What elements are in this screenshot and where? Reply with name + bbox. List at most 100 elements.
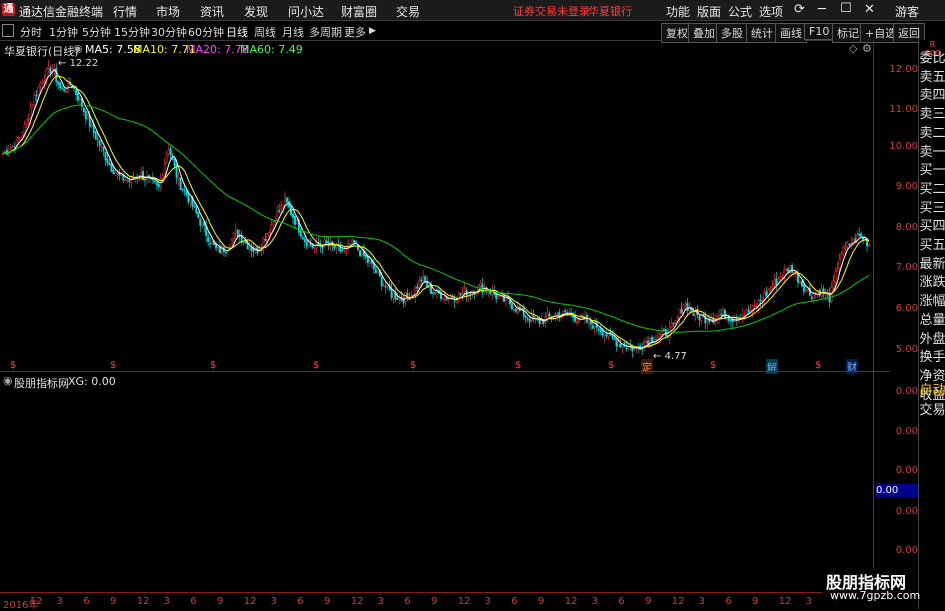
side-item[interactable]: 卖一 bbox=[919, 144, 945, 161]
period-15min[interactable]: 15分钟 bbox=[114, 24, 150, 40]
dividend-marker[interactable]: $ bbox=[815, 360, 821, 371]
candle-body bbox=[278, 210, 281, 212]
close-icon[interactable]: ✕ bbox=[864, 2, 875, 17]
candle-body bbox=[155, 182, 158, 186]
x-tick: 6 bbox=[618, 596, 625, 607]
current-value-badge: 0.00 bbox=[876, 484, 918, 497]
price-chart[interactable] bbox=[0, 40, 872, 371]
indicator-pane[interactable] bbox=[0, 372, 872, 592]
period-daily[interactable]: 日线 bbox=[226, 24, 248, 40]
period-60min[interactable]: 60分钟 bbox=[188, 24, 224, 40]
more-dropdown-icon[interactable]: ▶ bbox=[369, 26, 376, 36]
side-item[interactable]: 买五 bbox=[919, 237, 945, 254]
side-item[interactable]: 委比 bbox=[919, 50, 945, 67]
y-tick: 12.00 bbox=[889, 64, 918, 75]
login-warning[interactable]: 证券交易未登录 bbox=[513, 3, 590, 19]
menu-trade[interactable]: 交易 bbox=[396, 3, 420, 20]
dividend-marker[interactable]: $ bbox=[410, 360, 416, 371]
candle-body bbox=[77, 93, 79, 101]
period-more[interactable]: 更多 bbox=[344, 24, 366, 40]
candle-body bbox=[613, 337, 616, 341]
candle-body bbox=[187, 194, 190, 203]
menu-layout[interactable]: 版面 bbox=[697, 3, 721, 20]
side-item[interactable]: 卖二 bbox=[919, 125, 945, 142]
menu-discover[interactable]: 发现 bbox=[244, 3, 268, 20]
side-item[interactable]: 买三 bbox=[919, 200, 945, 217]
candle-body bbox=[173, 159, 176, 167]
chart-settings-icon[interactable]: ⚙ bbox=[862, 42, 872, 55]
candle-body bbox=[700, 315, 703, 321]
side-item[interactable]: 换手 bbox=[919, 349, 945, 366]
dividend-marker[interactable]: $ bbox=[313, 360, 319, 371]
panel-toggle-icon[interactable] bbox=[2, 24, 14, 37]
side-item[interactable]: 买四 bbox=[919, 218, 945, 235]
sub-y-tick: 0.00 bbox=[895, 545, 918, 556]
f10-button[interactable]: F10 bbox=[804, 23, 835, 40]
period-weekly[interactable]: 周线 bbox=[254, 24, 276, 40]
period-multi[interactable]: 多周期 bbox=[309, 24, 342, 40]
y-tick: 8.00 bbox=[895, 222, 918, 233]
dividend-marker[interactable]: $ bbox=[710, 360, 716, 371]
maximize-icon[interactable]: ☐ bbox=[840, 1, 852, 16]
dividend-marker[interactable]: $ bbox=[515, 360, 521, 371]
refresh-icon[interactable]: ⟳ bbox=[794, 2, 805, 17]
ma10-line bbox=[2, 75, 870, 349]
diamond-icon[interactable]: ◇ bbox=[849, 42, 857, 55]
side-item[interactable]: 总量 bbox=[919, 312, 945, 329]
menu-news[interactable]: 资讯 bbox=[200, 3, 224, 20]
y-tick: 11.00 bbox=[889, 104, 918, 115]
period-30min[interactable]: 30分钟 bbox=[151, 24, 187, 40]
dividend-marker[interactable]: $ bbox=[608, 360, 614, 371]
side-item[interactable]: 卖五 bbox=[919, 69, 945, 86]
menu-market[interactable]: 市场 bbox=[156, 3, 180, 20]
menu-options[interactable]: 选项 bbox=[759, 3, 783, 20]
candle-body bbox=[426, 281, 429, 288]
side-item[interactable]: 外盘 bbox=[919, 331, 945, 348]
side-item[interactable]: 买二 bbox=[919, 181, 945, 198]
candle-body bbox=[102, 146, 105, 152]
guest-label[interactable]: 游客 bbox=[895, 3, 919, 20]
dividend-marker[interactable]: $ bbox=[10, 360, 16, 371]
dividend-marker[interactable]: $ bbox=[110, 360, 116, 371]
candle-body bbox=[292, 213, 294, 218]
candle-body bbox=[662, 329, 665, 331]
time-axis: 2016年 12 3 6 9 12 3 6 9 12 3 6 9 12 3 6 9 12 3 6 9 12 3 6 9 12 3 6 9… bbox=[0, 592, 918, 611]
menu-formula[interactable]: 公式 bbox=[728, 3, 752, 20]
side-item[interactable]: 涨跌 bbox=[919, 274, 945, 291]
auto-button[interactable]: 自动 bbox=[919, 382, 945, 399]
candle-body bbox=[280, 204, 283, 210]
candle-body bbox=[201, 222, 204, 226]
menu-ask[interactable]: 问小达 bbox=[288, 3, 324, 20]
dividend-marker[interactable]: $ bbox=[210, 360, 216, 371]
candle-body bbox=[179, 178, 182, 190]
trade-button[interactable]: 交易 bbox=[919, 402, 945, 419]
candle-body bbox=[546, 313, 549, 319]
price-axis: 12.00 11.00 10.00 9.00 8.00 7.00 6.00 5.… bbox=[873, 40, 918, 592]
candle-body bbox=[838, 258, 841, 269]
candle-body bbox=[268, 232, 271, 236]
side-item[interactable]: 涨幅 bbox=[919, 293, 945, 310]
candle-body bbox=[286, 197, 288, 203]
menu-wealth-circle[interactable]: 财富圈 bbox=[341, 3, 377, 20]
candle-body bbox=[672, 322, 675, 324]
side-item[interactable]: 卖三 bbox=[919, 106, 945, 123]
period-5min[interactable]: 5分钟 bbox=[82, 24, 111, 40]
y-tick: 6.00 bbox=[895, 303, 918, 314]
period-monthly[interactable]: 月线 bbox=[282, 24, 304, 40]
menu-quotes[interactable]: 行情 bbox=[113, 3, 137, 20]
x-tick: 12 bbox=[564, 596, 578, 607]
legend-collapse-icon[interactable]: ◉ bbox=[73, 42, 83, 55]
candle-body bbox=[301, 237, 304, 240]
side-item[interactable]: 买一 bbox=[919, 162, 945, 179]
menu-function[interactable]: 功能 bbox=[666, 3, 690, 20]
x-tick: 6 bbox=[404, 596, 411, 607]
minimize-icon[interactable]: ─ bbox=[818, 2, 826, 17]
candle-body bbox=[349, 244, 352, 247]
sub-collapse-icon[interactable]: ◉ bbox=[3, 374, 13, 387]
period-intraday[interactable]: 分时 bbox=[20, 24, 42, 40]
candle-body bbox=[392, 293, 395, 299]
candle-body bbox=[347, 243, 350, 247]
side-item[interactable]: 最新 bbox=[919, 256, 945, 273]
period-1min[interactable]: 1分钟 bbox=[49, 24, 78, 40]
side-item[interactable]: 卖四 bbox=[919, 87, 945, 104]
